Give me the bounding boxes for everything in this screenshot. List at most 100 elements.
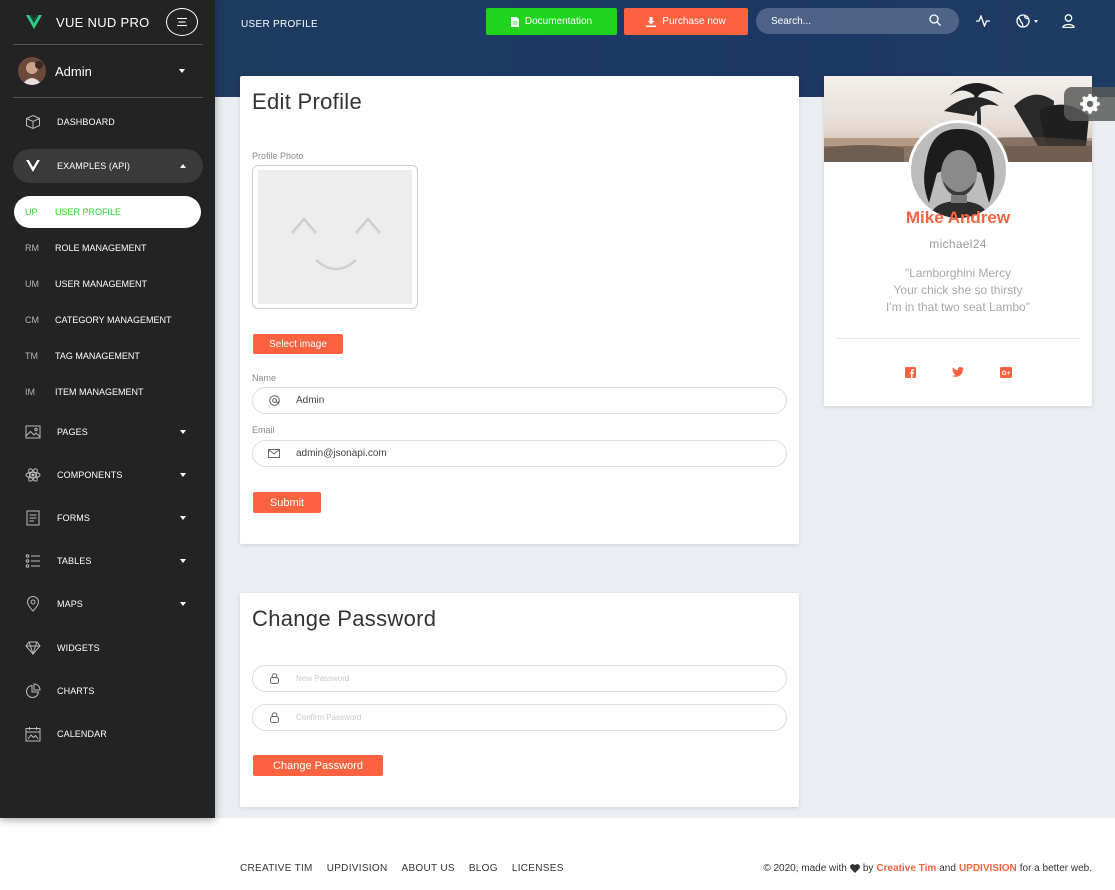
- email-input[interactable]: [296, 448, 766, 459]
- name-field[interactable]: [252, 387, 787, 414]
- activity-icon[interactable]: [976, 15, 990, 27]
- subitem-abbr: UM: [25, 279, 39, 289]
- google-plus-icon[interactable]: G+: [1000, 367, 1012, 378]
- subitem-abbr: TM: [25, 351, 38, 361]
- confirm-password-input[interactable]: [296, 712, 766, 723]
- sidebar-item-components[interactable]: COMPONENTS: [13, 458, 203, 492]
- email-label: Email: [252, 425, 275, 435]
- document-icon: [510, 16, 519, 27]
- subitem-abbr: IM: [25, 387, 35, 397]
- subitem-label: ITEM MANAGEMENT: [55, 387, 144, 397]
- creative-tim-link[interactable]: Creative Tim: [876, 863, 936, 874]
- sidebar-item-tables[interactable]: TABLES: [13, 544, 203, 578]
- smile-placeholder-icon: [291, 217, 381, 271]
- edit-profile-title: Edit Profile: [252, 89, 362, 114]
- footer-link[interactable]: CREATIVE TIM: [240, 863, 313, 874]
- confirm-password-field[interactable]: [252, 704, 787, 731]
- updivision-link[interactable]: UPDIVISION: [959, 863, 1017, 874]
- at-icon: [267, 394, 281, 408]
- purchase-button[interactable]: Purchase now: [624, 8, 748, 35]
- footer-copyright: © 2020, made with by Creative Tim and UP…: [763, 863, 1092, 874]
- facebook-icon[interactable]: [905, 367, 916, 378]
- sidebar-item-label: EXAMPLES (API): [57, 161, 130, 171]
- edit-profile-card: Edit Profile Profile Photo Select image …: [240, 76, 799, 544]
- profile-name: Mike Andrew: [905, 208, 1011, 227]
- chevron-down-icon: [180, 559, 186, 563]
- sidebar-subitem-item-management[interactable]: IM ITEM MANAGEMENT: [14, 376, 201, 408]
- avatar: [18, 57, 46, 85]
- sidebar-divider: [13, 97, 203, 98]
- footer-link[interactable]: BLOG: [469, 863, 498, 874]
- profile-photo-preview[interactable]: [252, 165, 418, 309]
- envelope-icon: [267, 447, 281, 461]
- menu-icon: [177, 17, 187, 27]
- email-field[interactable]: [252, 440, 787, 467]
- sidebar-toggle-button[interactable]: [166, 8, 198, 36]
- sidebar-subitem-user-profile[interactable]: UP USER PROFILE: [14, 196, 201, 228]
- sidebar-subitem-tag-management[interactable]: TM TAG MANAGEMENT: [14, 340, 201, 372]
- image-icon: [24, 423, 42, 441]
- user-icon[interactable]: [1062, 14, 1075, 28]
- documentation-button[interactable]: Documentation: [486, 8, 617, 35]
- profile-username: michael24: [929, 237, 987, 251]
- brand[interactable]: VUE NUD PRO: [26, 13, 150, 31]
- sidebar-item-maps[interactable]: MAPS: [13, 587, 203, 621]
- chevron-down-icon: [1034, 20, 1038, 23]
- sidebar-item-forms[interactable]: FORMS: [13, 501, 203, 535]
- documentation-label: Documentation: [524, 16, 593, 27]
- profile-quote: "Lamborghini Mercy Your chick she so thi…: [824, 265, 1092, 316]
- sidebar-subitem-user-management[interactable]: UM USER MANAGEMENT: [14, 268, 201, 300]
- sidebar-subitem-category-management[interactable]: CM CATEGORY MANAGEMENT: [14, 304, 201, 336]
- footer-link[interactable]: UPDIVISION: [327, 863, 388, 874]
- vue-logo-icon: [26, 15, 42, 29]
- profile-divider: [837, 338, 1080, 339]
- brand-name: VUE NUD PRO: [56, 14, 150, 30]
- new-password-input[interactable]: [296, 673, 766, 684]
- quote-line: I'm in that two seat Lambo": [886, 300, 1030, 314]
- search-bar[interactable]: [756, 8, 959, 34]
- subitem-label: ROLE MANAGEMENT: [55, 243, 147, 253]
- sidebar-item-charts[interactable]: CHARTS: [13, 674, 203, 708]
- sidebar-item-dashboard[interactable]: DASHBOARD: [13, 105, 203, 139]
- twitter-icon[interactable]: [952, 367, 964, 377]
- footer-link[interactable]: LICENSES: [512, 863, 564, 874]
- chevron-up-icon: [180, 164, 186, 168]
- quote-line: "Lamborghini Mercy: [904, 266, 1012, 280]
- list-icon: [24, 552, 42, 570]
- sidebar-item-widgets[interactable]: WIDGETS: [13, 631, 203, 665]
- subitem-abbr: RM: [25, 243, 39, 253]
- sidebar-item-label: COMPONENTS: [57, 470, 123, 480]
- copyright-by: by: [862, 863, 874, 874]
- copyright-text: © 2020, made with: [763, 863, 847, 874]
- calendar-icon: [24, 725, 42, 743]
- sidebar-item-label: TABLES: [57, 556, 92, 566]
- select-image-button[interactable]: Select image: [253, 334, 343, 354]
- subitem-label: TAG MANAGEMENT: [55, 351, 140, 361]
- settings-panel-toggle[interactable]: [1064, 87, 1115, 121]
- lock-icon: [267, 711, 281, 725]
- profile-photo-label: Profile Photo: [252, 151, 304, 161]
- search-input[interactable]: [771, 15, 921, 27]
- cube-icon: [24, 113, 42, 131]
- sidebar-user-menu[interactable]: Admin: [18, 57, 193, 85]
- sidebar-item-label: DASHBOARD: [57, 117, 115, 127]
- footer-link[interactable]: ABOUT US: [401, 863, 454, 874]
- globe-icon[interactable]: [1016, 14, 1030, 28]
- sidebar-user-name: Admin: [55, 63, 92, 79]
- submit-button[interactable]: Submit: [253, 492, 321, 513]
- sidebar-item-examples[interactable]: EXAMPLES (API): [13, 149, 203, 183]
- name-label: Name: [252, 373, 277, 383]
- sidebar-subitem-role-management[interactable]: RM ROLE MANAGEMENT: [14, 232, 201, 264]
- name-input[interactable]: [296, 395, 766, 406]
- sidebar-item-calendar[interactable]: CALENDAR: [13, 717, 203, 751]
- sidebar-divider: [13, 44, 203, 45]
- change-password-button[interactable]: Change Password: [253, 755, 383, 776]
- sidebar-item-pages[interactable]: PAGES: [13, 415, 203, 449]
- subitem-label: CATEGORY MANAGEMENT: [55, 315, 172, 325]
- vue-logo-icon: [24, 157, 42, 175]
- subitem-label: USER MANAGEMENT: [55, 279, 148, 289]
- new-password-field[interactable]: [252, 665, 787, 692]
- form-icon: [24, 509, 42, 527]
- profile-avatar: [908, 120, 1009, 221]
- subitem-abbr: UP: [25, 207, 38, 217]
